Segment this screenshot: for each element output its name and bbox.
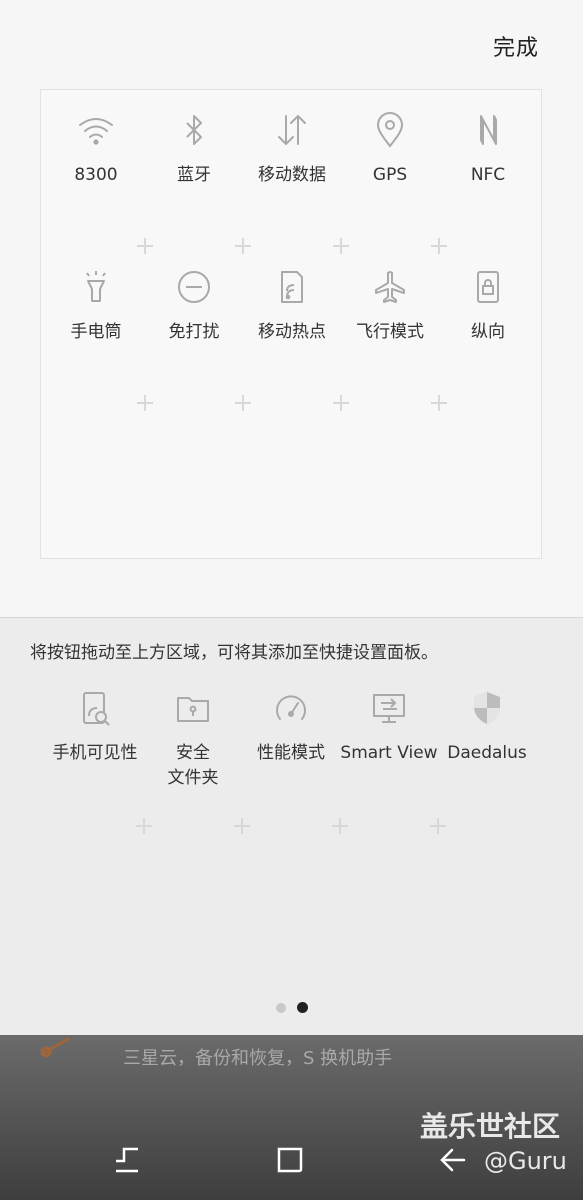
tile-label: 免打扰	[168, 322, 220, 342]
tile-gps[interactable]: GPS	[341, 110, 439, 188]
hotspot-icon	[281, 271, 303, 303]
empty-slot-plus	[333, 395, 349, 411]
empty-slot-plus	[137, 238, 153, 254]
tray-tile-smart-view[interactable]: Smart View	[340, 688, 438, 766]
tray-tile-performance-mode[interactable]: 性能模式	[242, 688, 340, 766]
tray-tile-phone-visibility[interactable]: 手机可见性	[46, 688, 144, 766]
secure-folder-icon	[177, 697, 209, 722]
tile-airplane[interactable]: 飞行模式	[341, 267, 439, 345]
empty-slot-plus	[431, 238, 447, 254]
tile-label: 手机可见性	[52, 743, 138, 763]
tile-do-not-disturb[interactable]: 免打扰	[145, 267, 243, 345]
background-settings-list: 三星云，备份和恢复，S 换机助手 盖乐世社区 @Guru	[0, 1035, 583, 1200]
background-item-subtitle: 三星云，备份和恢复，S 换机助手	[123, 1048, 393, 1069]
cloud-backup-icon	[40, 1037, 70, 1058]
tile-nfc[interactable]: NFC	[439, 110, 537, 188]
tray-tile-daedalus[interactable]: Daedalus	[438, 688, 536, 766]
tile-hotspot[interactable]: 移动热点	[243, 267, 341, 345]
empty-slot-plus	[234, 818, 250, 834]
tile-label: 8300	[74, 165, 118, 185]
empty-slot-plus	[431, 395, 447, 411]
phone-visibility-icon	[83, 692, 110, 726]
watermark-handle: @Guru	[484, 1147, 567, 1175]
tile-label: 性能模式	[257, 743, 325, 763]
location-pin-icon	[376, 112, 404, 148]
empty-slot-plus	[137, 395, 153, 411]
recent-apps-icon[interactable]	[112, 1145, 142, 1175]
tray-hint-text: 将按钮拖动至上方区域，可将其添加至快捷设置面板。	[30, 643, 438, 663]
empty-slot-plus	[332, 818, 348, 834]
divider	[110, 1090, 555, 1091]
performance-gauge-icon	[276, 695, 306, 720]
tile-label: 飞行模式	[356, 322, 424, 342]
available-buttons-tray: 将按钮拖动至上方区域，可将其添加至快捷设置面板。 手机可见性 安全 文件夹 性能…	[0, 617, 583, 1036]
tile-wifi[interactable]: 8300	[47, 110, 145, 188]
back-icon[interactable]	[438, 1145, 468, 1175]
tile-label: Daedalus	[447, 743, 527, 763]
tile-label: GPS	[372, 165, 408, 185]
tile-label: 移动数据	[258, 165, 326, 185]
done-button[interactable]: 完成	[493, 30, 539, 62]
tile-bluetooth[interactable]: 蓝牙	[145, 110, 243, 188]
empty-slot-plus	[235, 395, 251, 411]
bluetooth-icon	[186, 115, 202, 145]
home-icon[interactable]	[275, 1145, 305, 1175]
active-quick-settings-panel: 8300 蓝牙 移动数据 GPS NFC 手电筒 免打扰 移动热点 飞行模式 纵…	[40, 89, 542, 559]
tile-label: 蓝牙	[177, 165, 211, 185]
mobile-data-icon	[278, 114, 306, 146]
smart-view-icon	[373, 694, 405, 723]
empty-slot-plus	[333, 238, 349, 254]
tile-label: 移动热点	[258, 322, 326, 342]
wifi-icon	[79, 118, 113, 145]
watermark-text: 盖乐世社区	[420, 1110, 561, 1143]
nfc-icon	[480, 115, 497, 145]
flashlight-icon	[86, 271, 106, 302]
do-not-disturb-icon	[178, 271, 210, 303]
tile-label: 手电筒	[70, 322, 122, 342]
tile-label: 安全 文件夹	[167, 743, 219, 788]
portrait-lock-icon	[477, 271, 499, 303]
shield-icon	[474, 692, 500, 724]
empty-slot-plus	[235, 238, 251, 254]
page-indicator-dot-2-active[interactable]	[297, 1002, 308, 1013]
tile-mobile-data[interactable]: 移动数据	[243, 110, 341, 188]
tile-label: NFC	[470, 165, 506, 185]
empty-slot-plus	[136, 818, 152, 834]
tray-tile-secure-folder[interactable]: 安全 文件夹	[144, 688, 242, 791]
tile-label: Smart View	[340, 743, 438, 763]
tile-label: 纵向	[471, 322, 505, 342]
page-indicator-dot-1[interactable]	[276, 1003, 286, 1013]
tile-flashlight[interactable]: 手电筒	[47, 267, 145, 345]
empty-slot-plus	[430, 818, 446, 834]
airplane-icon	[375, 271, 405, 303]
tile-portrait[interactable]: 纵向	[439, 267, 537, 345]
